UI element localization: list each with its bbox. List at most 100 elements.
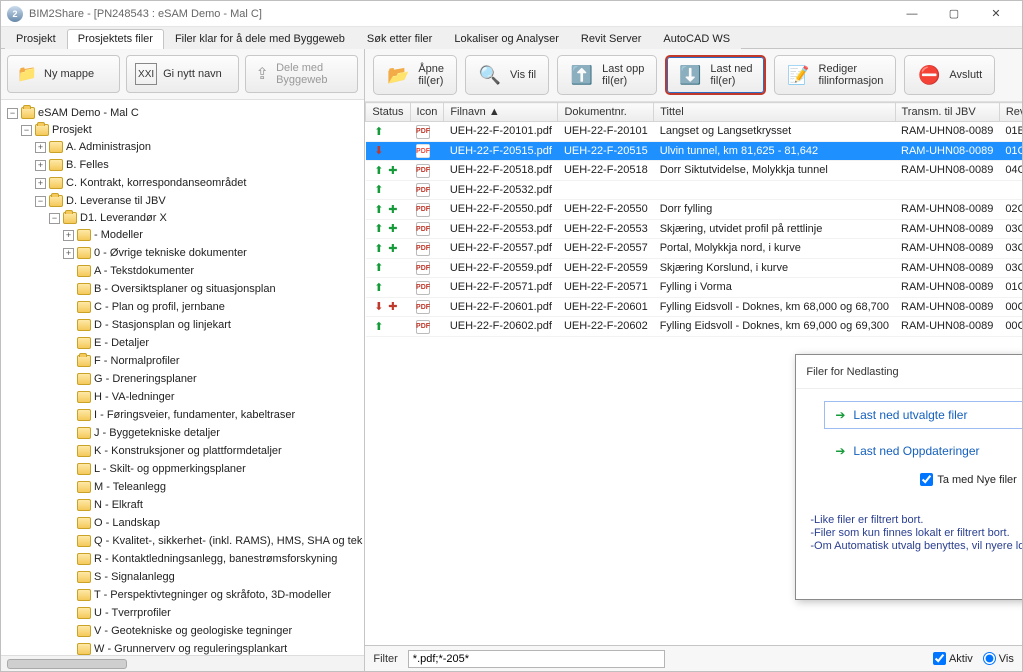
tree-item[interactable]: A - Tekstdokumenter	[94, 263, 194, 279]
tree-item[interactable]: C. Kontrakt, korrespondanseområdet	[66, 175, 246, 191]
col-transm[interactable]: Transm. til JBV	[895, 103, 999, 122]
tree-item[interactable]: M - Teleanlegg	[94, 479, 166, 495]
cell-dokumentnr: UEH-22-F-20550	[558, 200, 654, 220]
expand-toggle[interactable]: −	[21, 125, 32, 136]
share-byggeweb-button[interactable]: ⇪ Dele med Byggeweb	[245, 55, 358, 93]
cell-icon: PDF	[410, 297, 444, 317]
edit-fileinfo-button[interactable]: 📝 Redigerfilinformasjon	[774, 55, 897, 95]
table-row[interactable]: ⬆PDFUEH-22-F-20602.pdfUEH-22-F-20602Fyll…	[366, 317, 1022, 337]
tree-prosjekt[interactable]: Prosjekt	[52, 122, 92, 138]
tree-item[interactable]: J - Byggetekniske detaljer	[94, 425, 220, 441]
col-revisjon[interactable]: Revisjon	[999, 103, 1022, 122]
tree-item[interactable]: E - Detaljer	[94, 335, 149, 351]
tab-prosjekt[interactable]: Prosjekt	[5, 29, 67, 49]
col-dokumentnr[interactable]: Dokumentnr.	[558, 103, 654, 122]
filter-aktiv-checkbox[interactable]: Aktiv	[933, 652, 973, 665]
tree-item[interactable]: V - Geotekniske og geologiske tegninger	[94, 623, 292, 639]
table-row[interactable]: ⬆PDFUEH-22-F-20559.pdfUEH-22-F-20559Skjæ…	[366, 258, 1022, 278]
expand-toggle[interactable]: +	[35, 160, 46, 171]
tab-lokaliser[interactable]: Lokaliser og Analyser	[443, 29, 570, 49]
tree-item[interactable]: K - Konstruksjoner og plattformdetaljer	[94, 443, 282, 459]
filter-vis-radio[interactable]: Vis	[983, 652, 1014, 665]
tree-item[interactable]: W - Grunnerverv og reguleringsplankart	[94, 641, 287, 655]
include-new-files-checkbox[interactable]	[920, 473, 933, 486]
table-row[interactable]: ⬆✚PDFUEH-22-F-20557.pdfUEH-22-F-20557Por…	[366, 239, 1022, 259]
expand-toggle[interactable]: −	[35, 196, 46, 207]
tree-item[interactable]: H - VA-ledninger	[94, 389, 175, 405]
tree-item[interactable]: D - Stasjonsplan og linjekart	[94, 317, 231, 333]
cell-icon: PDF	[410, 219, 444, 239]
exit-button[interactable]: ⛔ Avslutt	[904, 55, 995, 95]
table-row[interactable]: ⬆✚PDFUEH-22-F-20550.pdfUEH-22-F-20550Dor…	[366, 200, 1022, 220]
cell-dokumentnr: UEH-22-F-20559	[558, 258, 654, 278]
col-status[interactable]: Status	[366, 103, 410, 122]
tree-item[interactable]: D1. Leverandør X	[80, 210, 167, 226]
expand-toggle[interactable]: +	[35, 178, 46, 189]
table-row[interactable]: ⬇✚PDFUEH-22-F-20601.pdfUEH-22-F-20601Fyl…	[366, 297, 1022, 317]
scroll-thumb[interactable]	[7, 659, 127, 669]
cell-status: ⬇✚	[366, 297, 410, 317]
upload-files-button[interactable]: ⬆️ Last oppfil(er)	[557, 55, 657, 95]
tree-item[interactable]: 0 - Øvrige tekniske dokumenter	[94, 245, 247, 261]
tab-sok-filer[interactable]: Søk etter filer	[356, 29, 443, 49]
download-files-button[interactable]: ⬇️ Last nedfil(er)	[665, 55, 765, 95]
table-row[interactable]: ⬆✚PDFUEH-22-F-20553.pdfUEH-22-F-20553Skj…	[366, 219, 1022, 239]
expand-toggle[interactable]: +	[63, 248, 74, 259]
col-icon[interactable]: Icon	[410, 103, 444, 122]
tree-item[interactable]: A. Administrasjon	[66, 139, 151, 155]
tree-item[interactable]: R - Kontaktledningsanlegg, banestrømsfor…	[94, 551, 337, 567]
cell-icon: PDF	[410, 180, 444, 200]
open-files-button[interactable]: 📂 Åpnefil(er)	[373, 55, 457, 95]
expand-toggle[interactable]: −	[7, 108, 18, 119]
download-selected-option[interactable]: ➔ Last ned utvalgte filer	[824, 401, 1022, 429]
table-row[interactable]: ⬇PDFUEH-22-F-20515.pdfUEH-22-F-20515Ulvi…	[366, 141, 1022, 161]
tree-item-selected[interactable]: F - Normalprofiler	[94, 353, 180, 369]
tab-prosjektets-filer[interactable]: Prosjektets filer	[67, 29, 164, 49]
tree-item[interactable]: B. Felles	[66, 157, 109, 173]
col-tittel[interactable]: Tittel	[654, 103, 895, 122]
aktiv-checkbox[interactable]	[933, 652, 946, 665]
view-file-button[interactable]: 🔍 Vis fil	[465, 55, 549, 95]
maximize-button[interactable]: ▢	[934, 4, 974, 24]
expand-toggle[interactable]: +	[63, 230, 74, 241]
table-row[interactable]: ⬆PDFUEH-22-F-20101.pdfUEH-22-F-20101Lang…	[366, 122, 1022, 142]
col-filnavn[interactable]: Filnavn ▲	[444, 103, 558, 122]
folder-icon	[77, 247, 91, 259]
tree-item[interactable]: L - Skilt- og oppmerkingsplaner	[94, 461, 246, 477]
close-button[interactable]: ✕	[976, 4, 1016, 24]
tree-item[interactable]: O - Landskap	[94, 515, 160, 531]
expand-toggle[interactable]: −	[49, 213, 60, 224]
tree-item[interactable]: N - Elkraft	[94, 497, 143, 513]
tab-klare-byggeweb[interactable]: Filer klar for å dele med Byggeweb	[164, 29, 356, 49]
tree-hscrollbar[interactable]	[1, 655, 364, 671]
tree-item[interactable]: Q - Kvalitet-, sikkerhet- (inkl. RAMS), …	[94, 533, 362, 549]
tab-autocad-ws[interactable]: AutoCAD WS	[652, 29, 741, 49]
download-updates-option[interactable]: ➔ Last ned Oppdateringer	[824, 437, 1022, 465]
tree-item[interactable]: U - Tverrprofiler	[94, 605, 171, 621]
tree-item[interactable]: S - Signalanlegg	[94, 569, 175, 585]
tab-revit-server[interactable]: Revit Server	[570, 29, 653, 49]
new-folder-button[interactable]: 📁 Ny mappe	[7, 55, 120, 93]
tree-item[interactable]: - Modeller	[94, 227, 143, 243]
cell-revisjon: 01C	[999, 141, 1022, 161]
tree-item[interactable]: G - Dreneringsplaner	[94, 371, 197, 387]
tree-item[interactable]: I - Føringsveier, fundamenter, kabeltras…	[94, 407, 295, 423]
tree-item[interactable]: D. Leveranse til JBV	[66, 193, 166, 209]
rename-button[interactable]: XXI Gi nytt navn	[126, 55, 239, 93]
table-row[interactable]: ⬆PDFUEH-22-F-20571.pdfUEH-22-F-20571Fyll…	[366, 278, 1022, 298]
folder-icon	[77, 553, 91, 565]
file-table-body: ⬆PDFUEH-22-F-20101.pdfUEH-22-F-20101Lang…	[366, 122, 1022, 337]
tree-item[interactable]: T - Perspektivtegninger og skråfoto, 3D-…	[94, 587, 331, 603]
table-row[interactable]: ⬆PDFUEH-22-F-20532.pdf	[366, 180, 1022, 200]
minimize-button[interactable]: —	[892, 4, 932, 24]
table-row[interactable]: ⬆✚PDFUEH-22-F-20518.pdfUEH-22-F-20518Dor…	[366, 161, 1022, 181]
filter-input[interactable]	[408, 650, 666, 668]
exit-label: Avslutt	[949, 69, 982, 81]
folder-icon	[77, 409, 91, 421]
tree-root[interactable]: eSAM Demo - Mal C	[38, 105, 139, 121]
expand-toggle[interactable]: +	[35, 142, 46, 153]
tree-item[interactable]: C - Plan og profil, jernbane	[94, 299, 225, 315]
folder-tree[interactable]: −eSAM Demo - Mal C −Prosjekt +A. Adminis…	[1, 100, 364, 655]
vis-radio[interactable]	[983, 652, 996, 665]
tree-item[interactable]: B - Oversiktsplaner og situasjonsplan	[94, 281, 276, 297]
